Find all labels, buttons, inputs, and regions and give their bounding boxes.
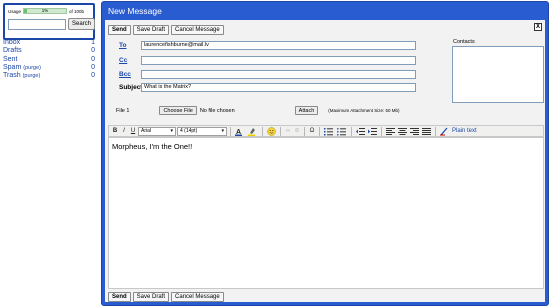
send-button[interactable]: Send [108, 292, 131, 302]
search-button[interactable]: Search [68, 18, 96, 30]
toolbar-separator [319, 126, 320, 136]
indent-icon[interactable] [367, 127, 378, 136]
bottom-toolbar: Send Save Draft Cancel Message [108, 292, 224, 302]
purge-link[interactable]: (purge) [23, 73, 41, 79]
folder-trash[interactable]: Trash (purge) 0 [3, 72, 95, 80]
usage-bar: 1% [23, 8, 68, 14]
plain-text-link[interactable]: Plain text [452, 128, 477, 134]
bold-button[interactable]: B [111, 127, 119, 136]
align-left-icon[interactable] [385, 127, 396, 136]
usage-label: Usage [8, 8, 22, 14]
toolbar-separator [381, 126, 382, 136]
to-field[interactable]: laurencefishburne@mail.lv [141, 41, 416, 50]
to-link[interactable]: To [119, 42, 126, 49]
top-toolbar: Send Save Draft Cancel Message [108, 25, 224, 35]
bullet-list-icon[interactable] [336, 127, 348, 136]
folder-count: 0 [91, 47, 95, 55]
usage-row: Usage 1% of 100b [8, 8, 84, 14]
cancel-message-button[interactable]: Cancel Message [171, 292, 224, 302]
toolbar-separator [435, 126, 436, 136]
outdent-icon[interactable] [355, 127, 366, 136]
chevron-down-icon: ▾ [170, 127, 173, 134]
compose-body: X Send Save Draft Cancel Message To laur… [105, 20, 545, 302]
toolbar-separator [230, 126, 231, 136]
underline-button[interactable]: U [129, 127, 137, 136]
font-name: Arial [141, 127, 152, 134]
folder-count: 0 [91, 72, 95, 80]
purge-link[interactable]: (purge) [23, 65, 41, 71]
max-attachment-size: (Maximum Attachment Size: 50 Mb) [328, 108, 400, 113]
choose-file-button[interactable]: Choose File [159, 106, 197, 115]
cancel-message-button[interactable]: Cancel Message [171, 25, 224, 35]
align-justify-icon[interactable] [421, 127, 432, 136]
usage-total: of 100b [69, 8, 85, 14]
subject-label: Subject [119, 84, 143, 91]
special-character-icon[interactable]: Ω [308, 127, 316, 136]
cc-link[interactable]: Cc [119, 57, 127, 64]
folder-label: Inbox [3, 39, 21, 46]
attachment-row: File 1 Choose File No file chosen Attach… [116, 106, 400, 115]
italic-button[interactable]: I [120, 127, 128, 136]
text-color-icon[interactable]: A [234, 127, 246, 136]
font-select[interactable]: Arial ▾ [138, 126, 176, 136]
folder-spam[interactable]: Spam (purge) 0 [3, 64, 95, 72]
toolbar-separator [304, 126, 305, 136]
font-size: 4 (14pt) [180, 127, 198, 134]
numbered-list-icon[interactable] [323, 127, 335, 136]
new-message-window: New Message X Send Save Draft Cancel Mes… [101, 1, 549, 306]
bcc-link[interactable]: Bcc [119, 71, 131, 78]
message-editor[interactable]: Morpheus, I'm the One!! [108, 137, 544, 289]
remove-format-icon[interactable] [439, 127, 450, 136]
folder-label: Sent [3, 55, 18, 63]
attach-button[interactable]: Attach [294, 106, 319, 115]
folder-drafts[interactable]: Drafts 0 [3, 47, 95, 55]
folder-count: 0 [91, 63, 95, 71]
folder-sent[interactable]: Sent 0 [3, 56, 95, 64]
font-size-select[interactable]: 4 (14pt) ▾ [177, 126, 227, 136]
send-button[interactable]: Send [108, 25, 131, 35]
folder-list: Inbox 1 Drafts 0 Sent 0 Spam (purge) 0 T… [3, 39, 95, 80]
folder-inbox[interactable]: Inbox 1 [3, 39, 95, 47]
usage-percent: 1% [41, 8, 49, 13]
save-draft-button[interactable]: Save Draft [132, 292, 170, 302]
message-body: Morpheus, I'm the One!! [112, 142, 193, 151]
folder-label: Drafts [3, 47, 22, 55]
folder-count: 0 [91, 55, 95, 63]
folder-label: Spam [3, 63, 22, 71]
no-file-text: No file chosen [199, 107, 235, 114]
cc-field[interactable] [141, 56, 416, 65]
subject-field[interactable]: What is the Matrix? [141, 83, 416, 92]
contacts-label: Contacts [453, 39, 475, 45]
search-input[interactable] [8, 18, 66, 30]
file-label: File 1 [116, 107, 130, 114]
search-row: Search [8, 18, 96, 30]
editor-toolbar: B I U Arial ▾ 4 (14pt) ▾ A ∞ ⊘ Ω Plain t… [108, 125, 544, 137]
toolbar-separator [262, 126, 263, 136]
folder-label: Trash [3, 72, 21, 80]
bcc-field[interactable] [141, 70, 416, 79]
align-right-icon[interactable] [409, 127, 420, 136]
unlink-icon[interactable]: ⊘ [293, 127, 301, 136]
highlight-color-icon[interactable] [247, 127, 259, 136]
save-draft-button[interactable]: Save Draft [132, 25, 170, 35]
window-title: New Message [108, 6, 162, 16]
toolbar-separator [280, 126, 281, 136]
toolbar-separator [351, 126, 352, 136]
link-icon[interactable]: ∞ [284, 127, 292, 136]
contacts-list[interactable] [452, 46, 544, 103]
align-center-icon[interactable] [397, 127, 408, 136]
emoticon-icon[interactable] [266, 126, 277, 136]
folder-count: 1 [91, 39, 95, 46]
close-icon[interactable]: X [534, 23, 542, 31]
usage-search-panel: Usage 1% of 100b Search [3, 3, 96, 40]
chevron-down-icon: ▾ [221, 127, 224, 134]
